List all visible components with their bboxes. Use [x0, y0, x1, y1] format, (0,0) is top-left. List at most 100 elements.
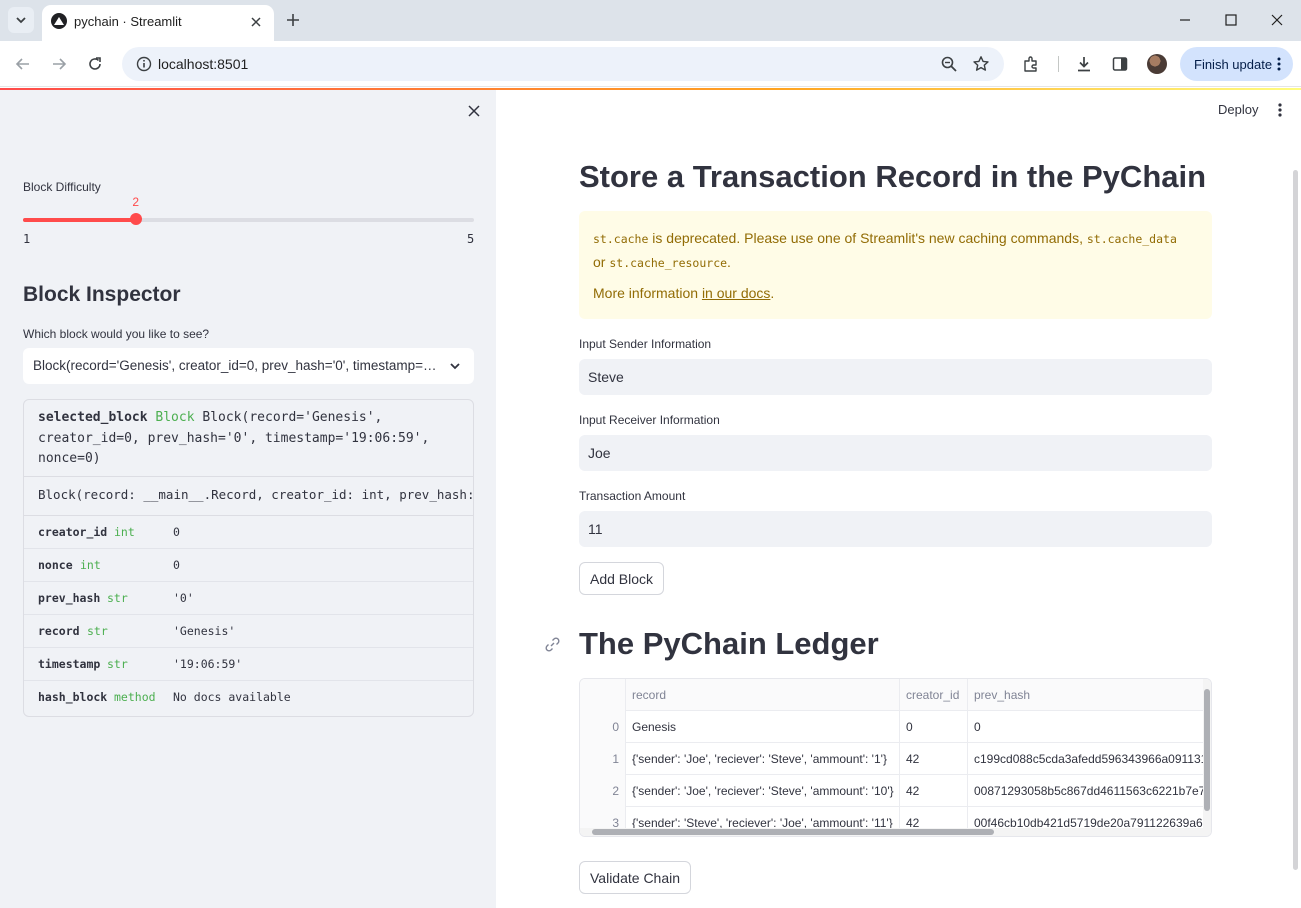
- inspector-var-name: selected_block: [38, 410, 148, 425]
- inspector-type: Block: [155, 410, 195, 425]
- cell-prev-hash[interactable]: c199cd088c5cda3afedd596343966a0911312: [968, 743, 1208, 775]
- warning-text-part: .: [727, 254, 731, 270]
- ledger-dataframe[interactable]: record creator_id prev_hash 0 Genesis 0 0 1{…: [579, 678, 1212, 837]
- inspector-attr-name: hash_block: [38, 690, 108, 704]
- warning-text: st.cache is deprecated. Please use one o…: [593, 227, 1193, 275]
- deploy-button[interactable]: Deploy: [1218, 102, 1258, 117]
- forward-arrow-icon[interactable]: [49, 54, 69, 74]
- table-horizontal-scroll-thumb[interactable]: [592, 829, 994, 835]
- inspector-value-line2: creator_id=0, prev_hash='0', timestamp='…: [38, 430, 430, 446]
- inspector-row-hash-block: hash_block method No docs available: [24, 681, 473, 714]
- inspector-value-line3: nonce=0): [38, 451, 101, 466]
- download-icon[interactable]: [1074, 54, 1094, 74]
- slider-current-value: 2: [132, 195, 140, 209]
- address-bar[interactable]: localhost:8501: [122, 47, 1004, 81]
- table-vertical-scroll-thumb[interactable]: [1204, 689, 1210, 811]
- cell-creator-id[interactable]: 42: [900, 775, 968, 807]
- bookmark-star-icon[interactable]: [972, 55, 990, 73]
- cell-prev-hash[interactable]: 0: [968, 711, 1208, 743]
- slider-fill: [23, 218, 136, 222]
- column-header-prev-hash[interactable]: prev_hash: [968, 679, 1208, 711]
- difficulty-label: Block Difficulty: [23, 180, 101, 194]
- warning-more-suffix: .: [770, 285, 775, 301]
- finish-update-button[interactable]: Finish update: [1180, 47, 1293, 81]
- new-tab-icon[interactable]: [283, 10, 303, 30]
- inspector-heading: Block Inspector: [23, 283, 181, 306]
- add-block-button[interactable]: Add Block: [579, 562, 665, 595]
- block-select-value: Block(record='Genesis', creator_id=0, pr…: [33, 358, 437, 373]
- browser-tabstrip: pychain · Streamlit: [0, 0, 1301, 41]
- warning-text-part: is deprecated. Please use one of Streaml…: [648, 230, 1087, 246]
- cell-creator-id[interactable]: 0: [900, 711, 968, 743]
- main-menu-icon[interactable]: [1277, 102, 1283, 118]
- sender-label: Input Sender Information: [579, 337, 712, 351]
- side-panel-icon[interactable]: [1110, 54, 1130, 74]
- toolbar-divider: [1058, 56, 1059, 72]
- slider-min-label: 1: [23, 232, 31, 246]
- browser-tab-active[interactable]: pychain · Streamlit: [42, 5, 274, 41]
- table-header-row: record creator_id prev_hash: [580, 679, 1211, 711]
- table-row[interactable]: 1 {'sender': 'Joe', 'reciever': 'Steve', …: [580, 743, 1211, 775]
- column-header-creator-id[interactable]: creator_id: [900, 679, 968, 711]
- inspector-attr-name: creator_id: [38, 525, 108, 539]
- inspector-attr-value: 'Genesis': [173, 624, 236, 638]
- column-header-index: [580, 679, 626, 711]
- close-tab-icon[interactable]: [248, 14, 264, 30]
- table-horizontal-scrollbar[interactable]: [580, 828, 1211, 836]
- streamlit-favicon-icon: [51, 13, 67, 29]
- tab-search-button[interactable]: [8, 7, 34, 33]
- minimize-icon[interactable]: [1177, 12, 1193, 28]
- sidebar: Block Difficulty 2 1 5 Block Inspector W…: [0, 90, 496, 908]
- column-header-record[interactable]: record: [626, 679, 900, 711]
- page-scrollbar[interactable]: [1293, 170, 1298, 870]
- inspector-row-record: record str 'Genesis': [24, 615, 473, 648]
- inspector-row-timestamp: timestamp str '19:06:59': [24, 648, 473, 681]
- close-window-icon[interactable]: [1269, 12, 1285, 28]
- docs-link[interactable]: in our docs: [702, 285, 770, 301]
- table-vertical-scrollbar[interactable]: [1203, 679, 1211, 836]
- deprecation-warning: st.cache is deprecated. Please use one o…: [579, 211, 1212, 319]
- validate-chain-button[interactable]: Validate Chain: [579, 861, 692, 894]
- extensions-icon[interactable]: [1021, 54, 1041, 74]
- slider-thumb[interactable]: [129, 213, 142, 225]
- browser-toolbar: localhost:8501 Finish update: [0, 41, 1301, 87]
- inspector-row-creator-id: creator_id int 0: [24, 516, 473, 549]
- amount-label: Transaction Amount: [579, 489, 686, 503]
- inspector-attr-name: nonce: [38, 558, 73, 572]
- cell-record[interactable]: Genesis: [626, 711, 900, 743]
- inspector-attr-value: '0': [173, 591, 194, 605]
- block-select[interactable]: Block(record='Genesis', creator_id=0, pr…: [23, 348, 474, 384]
- warning-more-prefix: More information: [593, 285, 702, 301]
- ledger-title: The PyChain Ledger: [579, 626, 879, 661]
- chevron-down-icon: [450, 363, 460, 370]
- row-index: 2: [580, 775, 626, 807]
- receiver-input[interactable]: Joe: [579, 435, 1212, 471]
- inspector-attr-type: str: [87, 624, 108, 638]
- sender-input[interactable]: Steve: [579, 359, 1212, 395]
- inspector-attr-type: str: [107, 591, 128, 605]
- inspector-attr-type: int: [80, 558, 101, 572]
- cell-record[interactable]: {'sender': 'Joe', 'reciever': 'Steve', '…: [626, 743, 900, 775]
- reload-icon[interactable]: [85, 54, 105, 74]
- cell-creator-id[interactable]: 42: [900, 743, 968, 775]
- close-sidebar-icon[interactable]: [466, 103, 482, 119]
- warning-code-cache-data: st.cache_data: [1086, 232, 1177, 246]
- cell-prev-hash[interactable]: 00871293058b5c867dd4611563c6221b7e7a: [968, 775, 1208, 807]
- anchor-link-icon[interactable]: [544, 636, 561, 653]
- inspector-header: selected_block Block Block(record='Genes…: [24, 400, 473, 477]
- difficulty-slider[interactable]: [23, 213, 474, 225]
- inspector-attr-value: No docs available: [173, 690, 291, 704]
- amount-input[interactable]: 11: [579, 511, 1212, 547]
- finish-update-label: Finish update: [1194, 56, 1273, 72]
- cell-record[interactable]: {'sender': 'Joe', 'reciever': 'Steve', '…: [626, 775, 900, 807]
- zoom-icon[interactable]: [940, 55, 958, 73]
- warning-code-cache-resource: st.cache_resource: [609, 256, 728, 270]
- receiver-label: Input Receiver Information: [579, 413, 720, 427]
- profile-avatar[interactable]: [1147, 54, 1167, 74]
- back-arrow-icon[interactable]: [13, 54, 33, 74]
- maximize-icon[interactable]: [1223, 12, 1239, 28]
- inspector-signature: Block(record: __main__.Record, creator_i…: [24, 476, 473, 516]
- site-info-icon[interactable]: [136, 56, 152, 72]
- table-row[interactable]: 2 {'sender': 'Joe', 'reciever': 'Steve', …: [580, 775, 1211, 807]
- table-row[interactable]: 0 Genesis 0 0: [580, 711, 1211, 743]
